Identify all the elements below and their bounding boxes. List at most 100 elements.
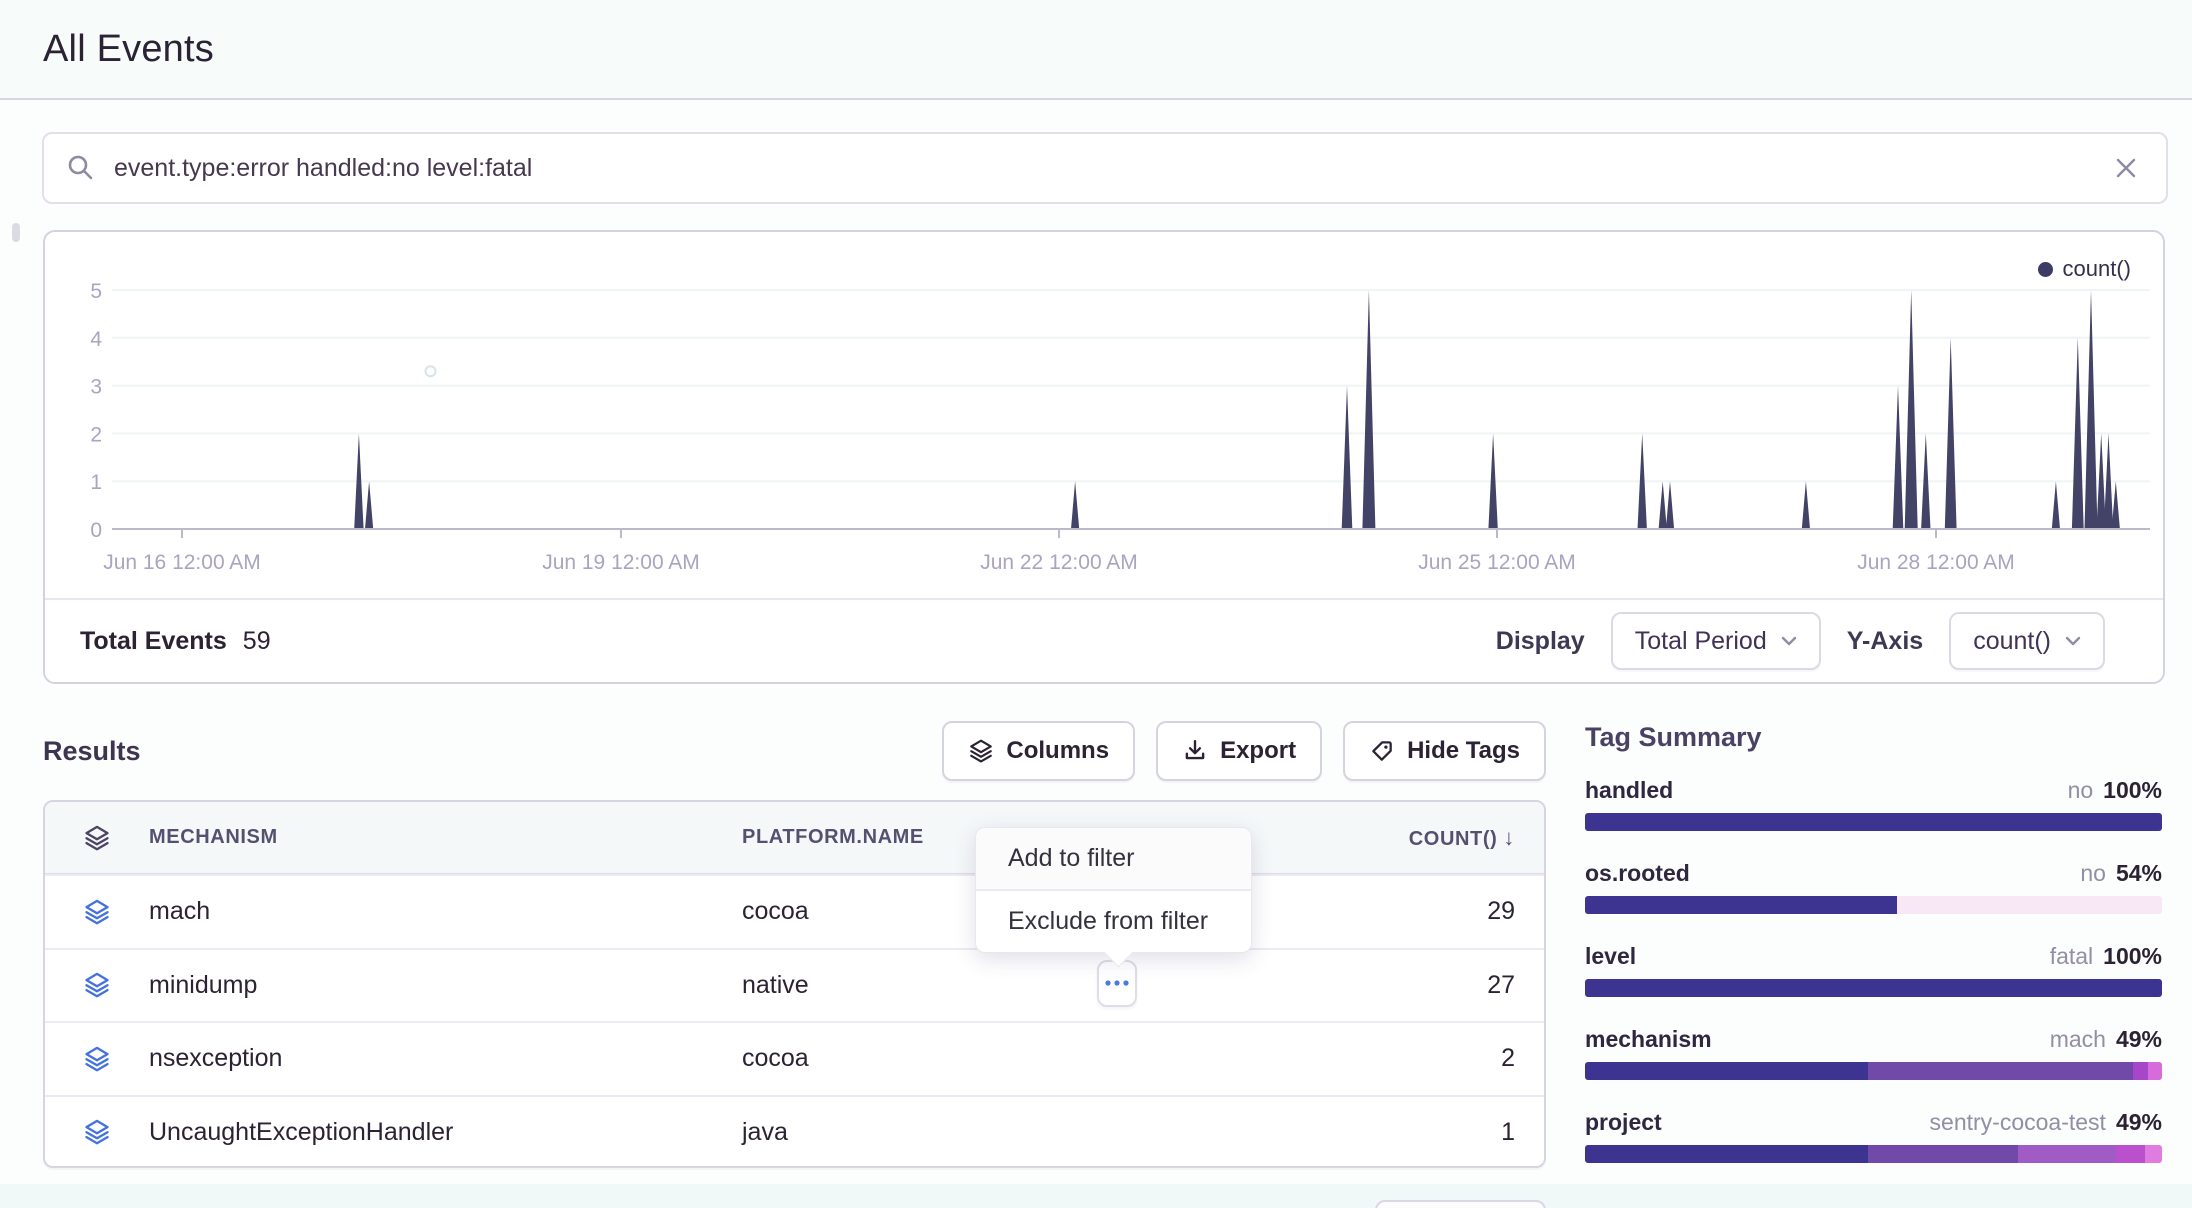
results-heading: Results <box>43 736 141 767</box>
tag-bar-segment[interactable] <box>1897 896 2162 914</box>
page-footer-strip <box>0 1184 2192 1208</box>
columns-button[interactable]: Columns <box>942 721 1135 781</box>
x-axis-tick-label: Jun 16 12:00 AM <box>103 551 261 574</box>
stack-icon <box>83 1118 111 1146</box>
y-axis-select[interactable]: count() <box>1949 612 2105 670</box>
tag-top-percent: 49% <box>2116 1026 2162 1053</box>
columns-button-label: Columns <box>1006 737 1109 765</box>
tag-bar-segment[interactable] <box>1868 1145 2018 1163</box>
y-axis-tick-label: 5 <box>90 280 102 303</box>
layers-icon <box>968 738 994 764</box>
y-axis-tick-label: 4 <box>90 328 102 351</box>
export-button[interactable]: Export <box>1156 721 1322 781</box>
row-stack-icon-cell <box>45 1118 149 1146</box>
tag-top-percent: 49% <box>2116 1109 2162 1136</box>
count-header-label: COUNT() <box>1409 828 1498 850</box>
y-axis-tick-label: 1 <box>90 471 102 494</box>
tag-top-percent: 100% <box>2103 943 2162 970</box>
tag-top-value: sentry-cocoa-test <box>1930 1109 2106 1136</box>
page: All Events event.type:error handled:no l… <box>0 0 2192 1208</box>
search-icon <box>66 153 96 183</box>
export-button-label: Export <box>1220 737 1296 765</box>
count-cell[interactable]: 2 <box>1162 1044 1544 1073</box>
stack-icon <box>83 971 111 999</box>
panel-drag-handle[interactable] <box>12 223 20 242</box>
pagination-buttons-partial[interactable] <box>1375 1200 1546 1208</box>
tag-bar-segment[interactable] <box>1868 1062 2133 1080</box>
table-row[interactable]: minidumpnative27 <box>45 948 1544 1022</box>
tag-top-value: no <box>2068 777 2094 804</box>
search-input[interactable]: event.type:error handled:no level:fatal <box>114 154 532 183</box>
y-axis-tick-label: 3 <box>90 376 102 399</box>
tag-distribution-bar[interactable] <box>1585 813 2162 831</box>
tag-bar-segment[interactable] <box>2018 1145 2116 1163</box>
stack-icon <box>83 898 111 926</box>
legend-label: count() <box>2063 256 2131 282</box>
gridlines: 5 4 3 2 1 0 <box>90 280 2150 542</box>
tag-top-percent: 54% <box>2116 860 2162 887</box>
page-title: All Events <box>43 28 214 71</box>
count-series <box>354 290 2120 529</box>
platform-cell[interactable]: java <box>742 1118 1162 1147</box>
hide-tags-button[interactable]: Hide Tags <box>1343 721 1546 781</box>
tag-distribution-bar[interactable] <box>1585 1145 2162 1163</box>
tag-top-value: fatal <box>2050 943 2093 970</box>
tag-bar-segment[interactable] <box>2133 1062 2148 1080</box>
display-select[interactable]: Total Period <box>1611 612 1821 670</box>
tag-name: project <box>1585 1109 1662 1136</box>
tag-bar-segment[interactable] <box>2145 1145 2162 1163</box>
search-bar[interactable]: event.type:error handled:no level:fatal <box>42 132 2168 204</box>
cell-actions-popover: Add to filter Exclude from filter <box>975 827 1252 953</box>
legend-dot-icon <box>2038 262 2053 277</box>
total-events: Total Events 59 <box>80 627 271 656</box>
tag-summary-panel: Tag Summary handledno100%os.rootedno54%l… <box>1585 722 2162 1192</box>
clear-search-icon[interactable] <box>2112 154 2140 182</box>
mechanism-cell[interactable]: minidump <box>149 971 742 1000</box>
total-events-value: 59 <box>243 627 271 656</box>
ellipsis-icon <box>1104 979 1130 987</box>
mechanism-cell[interactable]: mach <box>149 897 742 926</box>
table-row[interactable]: machcocoa29 <box>45 874 1544 948</box>
tag-bar-segment[interactable] <box>2116 1145 2145 1163</box>
menu-item-add-to-filter[interactable]: Add to filter <box>976 828 1251 889</box>
results-toolbar: Columns Export Hide Tags <box>942 721 1546 781</box>
row-stack-icon-cell <box>45 971 149 999</box>
count-cell[interactable]: 27 <box>1162 971 1544 1000</box>
tag-bar-segment[interactable] <box>1585 1062 1868 1080</box>
tag-entry: handledno100% <box>1585 777 2162 831</box>
display-label: Display <box>1496 627 1585 656</box>
tag-distribution-bar[interactable] <box>1585 979 2162 997</box>
tag-distribution-bar[interactable] <box>1585 1062 2162 1080</box>
tag-bar-segment[interactable] <box>1585 813 2162 831</box>
mechanism-cell[interactable]: UncaughtExceptionHandler <box>149 1118 742 1147</box>
platform-cell[interactable]: cocoa <box>742 1044 1162 1073</box>
tag-entry: project sentry-cocoa-test 49% <box>1585 1109 2162 1163</box>
events-spike-chart[interactable]: 543210Jun 16 12:00 AMJun 19 12:00 AMJun … <box>45 232 2163 592</box>
tag-bar-segment[interactable] <box>2148 1062 2162 1080</box>
y-axis-tick-label: 0 <box>90 519 102 542</box>
tag-top-value: no <box>2080 860 2106 887</box>
mechanism-cell[interactable]: nsexception <box>149 1044 742 1073</box>
tag-bar-segment[interactable] <box>1585 896 1897 914</box>
x-axis-tick-label: Jun 22 12:00 AM <box>980 551 1138 574</box>
stack-icon <box>83 1045 111 1073</box>
page-header: All Events <box>0 0 2192 100</box>
column-header-mechanism[interactable]: MECHANISM <box>149 826 742 849</box>
tag-top-percent: 100% <box>2103 777 2162 804</box>
table-row[interactable]: UncaughtExceptionHandlerjava1 <box>45 1095 1544 1169</box>
tag-list: handledno100%os.rootedno54%levelfatal100… <box>1585 777 2162 1163</box>
stack-column-icon[interactable] <box>45 824 149 852</box>
tag-distribution-bar[interactable] <box>1585 896 2162 914</box>
table-row[interactable]: nsexceptioncocoa2 <box>45 1021 1544 1095</box>
tag-bar-segment[interactable] <box>1585 979 2162 997</box>
display-select-value: Total Period <box>1635 627 1767 656</box>
tag-entry: levelfatal100% <box>1585 943 2162 997</box>
tag-bar-segment[interactable] <box>1585 1145 1868 1163</box>
hide-tags-button-label: Hide Tags <box>1407 737 1520 765</box>
count-cell[interactable]: 1 <box>1162 1118 1544 1147</box>
x-axis-tick-label: Jun 28 12:00 AM <box>1857 551 2015 574</box>
y-axis-tick-label: 2 <box>90 423 102 446</box>
total-events-label: Total Events <box>80 627 227 656</box>
table-header-row: MECHANISM PLATFORM.NAME COUNT()↓ <box>45 802 1544 874</box>
chart-legend[interactable]: count() <box>2038 256 2131 282</box>
